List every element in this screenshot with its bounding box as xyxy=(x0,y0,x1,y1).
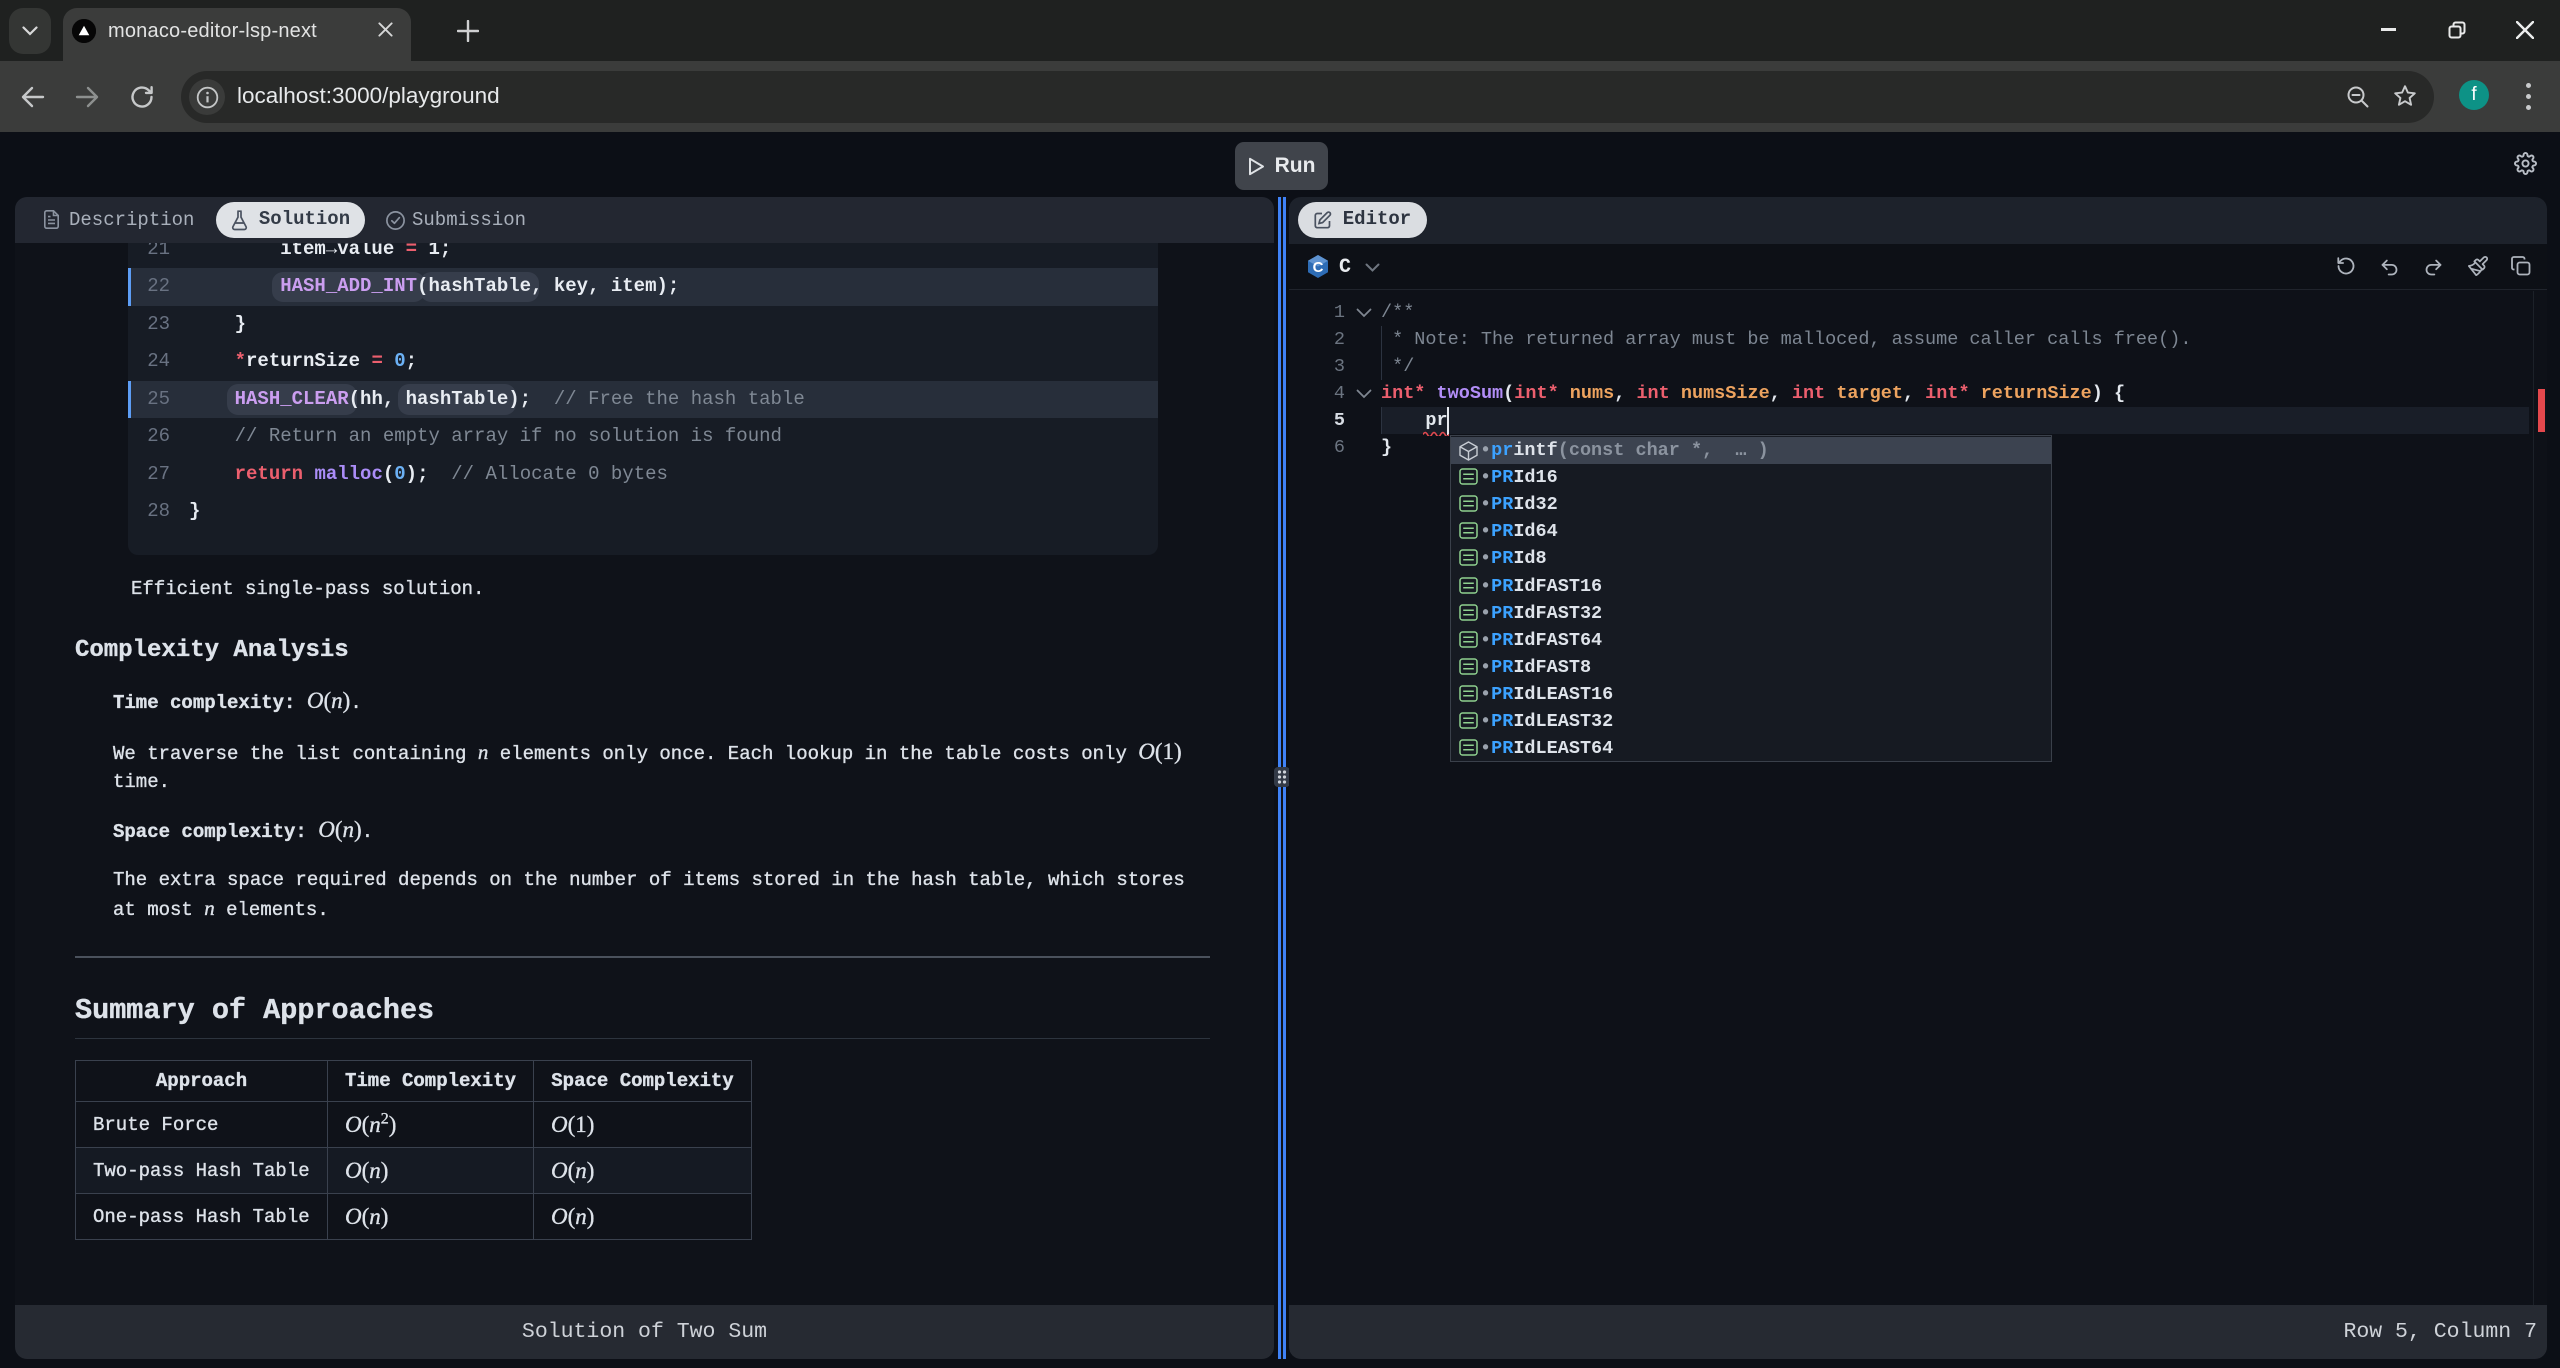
svg-text:C: C xyxy=(1313,259,1324,276)
